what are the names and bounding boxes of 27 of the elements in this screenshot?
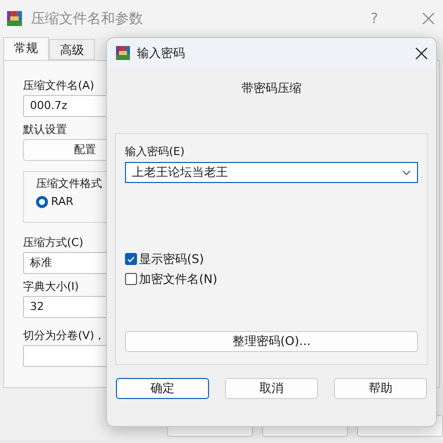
dialog-button[interactable]: 确定 — [116, 378, 209, 399]
chevron-down-icon — [402, 170, 411, 176]
tab[interactable]: 常规 — [3, 37, 49, 60]
checkbox-option[interactable]: 加密文件名(N) — [125, 269, 418, 289]
password-combo[interactable]: 上老王论坛当老王 — [125, 162, 418, 183]
field-label: 字典大小(I) — [23, 279, 79, 294]
organize-passwords-button[interactable]: 整理密码(O)... — [125, 331, 418, 352]
dialog-button[interactable]: 取消 — [225, 378, 318, 399]
check-icon — [127, 256, 135, 262]
checkbox[interactable] — [125, 273, 137, 285]
group-label: 压缩文件格式 — [36, 176, 102, 191]
dialog-title: 输入密码 — [137, 44, 186, 62]
close-icon[interactable] — [415, 46, 428, 60]
dialog-heading: 带密码压缩 — [242, 81, 302, 95]
checkbox[interactable] — [125, 253, 137, 265]
window-title: 压缩文件名和参数 — [31, 10, 144, 28]
field-label: 压缩文件名(A) — [23, 78, 94, 93]
archive-app-icon — [115, 45, 131, 61]
checkbox-option[interactable]: 显示密码(S) — [125, 249, 418, 269]
dialog-button[interactable]: 帮助 — [334, 378, 427, 399]
field-label: 默认设置 — [23, 122, 67, 137]
archive-app-icon — [6, 10, 23, 27]
radio-option[interactable]: RAR — [36, 195, 312, 208]
field-label: 输入密码(E) — [125, 144, 185, 159]
field-label: 切分为分卷(V)， — [23, 328, 106, 343]
tab[interactable]: 高级 — [49, 39, 95, 60]
field-label: 压缩方式(C) — [23, 235, 84, 250]
